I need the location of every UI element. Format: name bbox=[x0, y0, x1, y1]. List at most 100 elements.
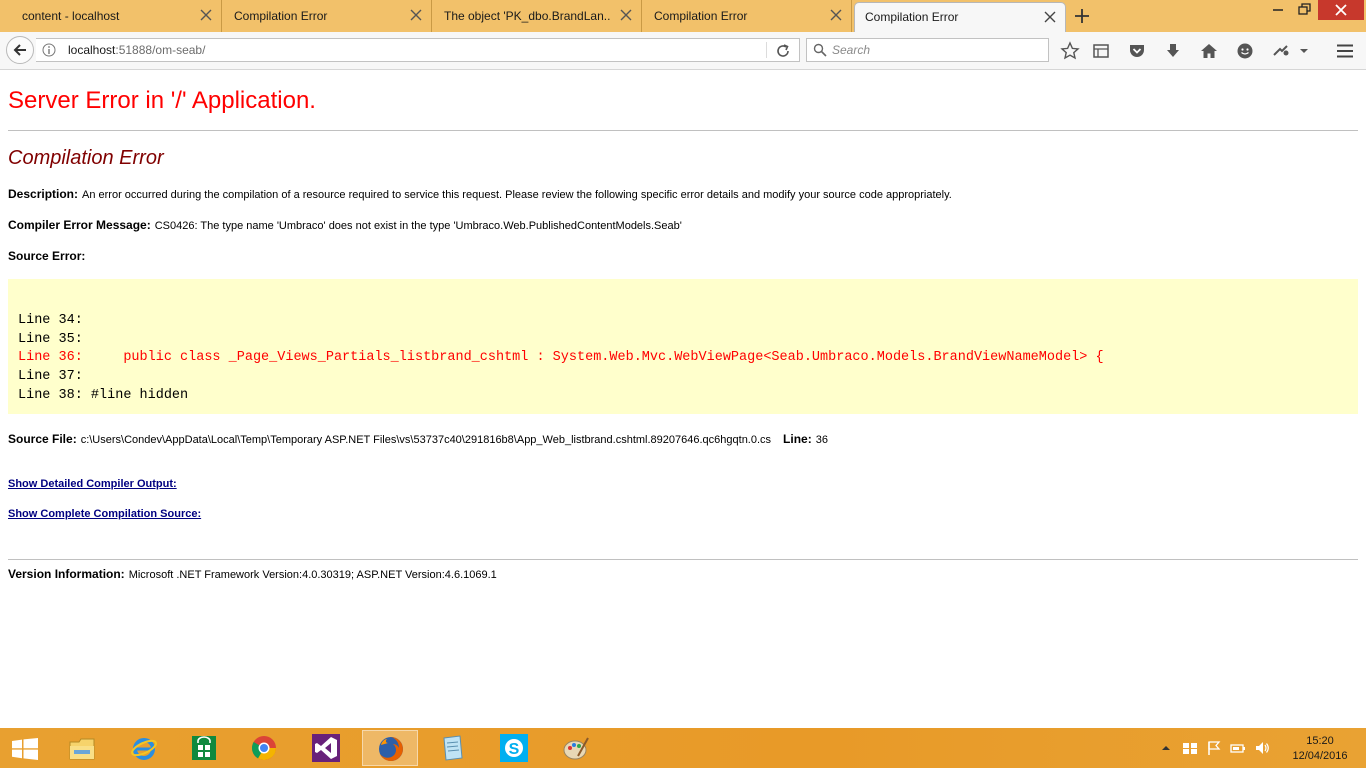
search-placeholder: Search bbox=[832, 43, 871, 57]
file-explorer-icon bbox=[69, 738, 95, 760]
close-icon[interactable] bbox=[829, 8, 843, 22]
search-bar[interactable]: Search bbox=[806, 38, 1049, 62]
restore-icon[interactable] bbox=[1294, 0, 1314, 20]
source-line-highlighted: Line 36: public class _Page_Views_Partia… bbox=[18, 350, 1104, 365]
bookmarks-library-icon[interactable] bbox=[1091, 41, 1111, 61]
close-window-icon bbox=[1335, 4, 1347, 16]
paint-icon bbox=[563, 737, 589, 760]
site-info-icon[interactable] bbox=[42, 43, 56, 57]
error-type-heading: Compilation Error bbox=[8, 147, 164, 169]
description-text: An error occurred during the compilation… bbox=[82, 189, 952, 201]
tab-compilation-error-1[interactable]: Compilation Error bbox=[222, 0, 432, 32]
source-file-label: Source File: bbox=[8, 432, 77, 446]
line-number: 36 bbox=[815, 434, 828, 446]
url-path: :51888/om-seab/ bbox=[115, 43, 206, 57]
taskbar-chrome[interactable] bbox=[236, 730, 292, 766]
taskbar-visual-studio[interactable] bbox=[298, 730, 354, 766]
url-host: localhost bbox=[68, 43, 116, 57]
windows-taskbar: S 15:20 12/04/2016 bbox=[0, 728, 1366, 768]
tab-content-localhost[interactable]: content - localhost bbox=[0, 0, 222, 32]
server-error-title: Server Error in '/' Application. bbox=[8, 87, 316, 114]
new-tab-plus-icon[interactable] bbox=[1072, 6, 1092, 26]
back-arrow-icon bbox=[13, 44, 26, 56]
internet-explorer-icon bbox=[131, 738, 157, 760]
source-error-row: Source Error: bbox=[8, 249, 89, 263]
divider bbox=[8, 559, 1358, 560]
tab-compilation-error-2[interactable]: Compilation Error bbox=[642, 0, 852, 32]
tab-title: Compilation Error bbox=[865, 10, 959, 24]
version-info-row: Version Information: Microsoft .NET Frame… bbox=[8, 567, 497, 581]
bookmark-star-icon[interactable] bbox=[1060, 41, 1080, 61]
taskbar-firefox[interactable] bbox=[362, 730, 418, 766]
source-file-path: c:\Users\Condev\AppData\Local\Temp\Tempo… bbox=[80, 434, 772, 446]
close-icon[interactable] bbox=[619, 8, 633, 22]
description-label: Description: bbox=[8, 187, 79, 201]
taskbar-notepad[interactable] bbox=[424, 730, 480, 766]
back-button[interactable] bbox=[6, 36, 34, 64]
close-window-button[interactable] bbox=[1318, 0, 1364, 20]
taskbar-file-explorer[interactable] bbox=[54, 730, 110, 766]
taskbar-paint[interactable] bbox=[548, 730, 604, 766]
hello-chat-icon[interactable] bbox=[1235, 41, 1255, 61]
page-content: Server Error in '/' Application. Compila… bbox=[0, 71, 1366, 728]
taskbar-internet-explorer[interactable] bbox=[116, 730, 172, 766]
source-line: Line 35: bbox=[18, 332, 83, 347]
show-detailed-compiler-output-link[interactable]: Show Detailed Compiler Output: bbox=[8, 478, 177, 490]
action-center-flag-icon[interactable] bbox=[1206, 740, 1222, 756]
home-icon[interactable] bbox=[1199, 41, 1219, 61]
firefox-icon bbox=[379, 737, 403, 761]
source-code-block: Line 34: Line 35: Line 36: public class … bbox=[8, 279, 1358, 414]
battery-plug-icon[interactable] bbox=[1230, 740, 1246, 756]
extension-icon[interactable] bbox=[1271, 41, 1291, 61]
source-file-row: Source File: c:\Users\Condev\AppData\Loca… bbox=[8, 432, 828, 446]
tab-title: Compilation Error bbox=[654, 9, 748, 23]
tab-title: Compilation Error bbox=[234, 9, 328, 23]
menu-hamburger-icon[interactable] bbox=[1335, 41, 1355, 61]
clock-time: 15:20 bbox=[1306, 735, 1334, 747]
compiler-message-row: Compiler Error Message: CS0426: The type … bbox=[8, 218, 682, 232]
description-row: Description: An error occurred during the… bbox=[8, 187, 952, 201]
tab-strip: content - localhost Compilation Error Th… bbox=[0, 0, 1366, 33]
reload-icon[interactable] bbox=[775, 43, 791, 59]
taskbar-store[interactable] bbox=[176, 730, 232, 766]
tab-title: The object 'PK_dbo.BrandLan... bbox=[444, 9, 611, 23]
minimize-icon[interactable] bbox=[1268, 0, 1288, 20]
close-icon[interactable] bbox=[1043, 10, 1057, 24]
downloads-icon[interactable] bbox=[1163, 41, 1183, 61]
compiler-message-label: Compiler Error Message: bbox=[8, 218, 151, 232]
visual-studio-icon bbox=[312, 734, 340, 762]
notepad-icon bbox=[443, 735, 463, 761]
tab-compilation-error-active[interactable]: Compilation Error bbox=[854, 2, 1066, 33]
tab-title: content - localhost bbox=[22, 9, 120, 23]
chevron-down-icon[interactable] bbox=[1297, 41, 1311, 61]
start-icon[interactable] bbox=[12, 738, 38, 760]
line-label: Line: bbox=[783, 432, 812, 446]
address-bar[interactable]: localhost:51888/om-seab/ bbox=[36, 38, 800, 62]
chrome-icon bbox=[251, 736, 276, 761]
search-icon bbox=[813, 43, 827, 57]
source-line: Line 37: bbox=[18, 369, 83, 384]
network-tray-icon[interactable] bbox=[1182, 740, 1198, 756]
svg-text:S: S bbox=[509, 741, 520, 758]
taskbar-skype[interactable]: S bbox=[486, 730, 542, 766]
volume-icon[interactable] bbox=[1254, 740, 1270, 756]
pocket-icon[interactable] bbox=[1127, 41, 1147, 61]
show-hidden-icons-chevron-icon[interactable] bbox=[1158, 740, 1174, 756]
divider bbox=[8, 130, 1358, 131]
tab-object-pk[interactable]: The object 'PK_dbo.BrandLan... bbox=[432, 0, 642, 32]
source-line: Line 34: bbox=[18, 313, 83, 328]
close-icon[interactable] bbox=[409, 8, 423, 22]
clock-date: 12/04/2016 bbox=[1292, 750, 1348, 762]
close-icon[interactable] bbox=[199, 8, 213, 22]
system-clock[interactable]: 15:20 12/04/2016 bbox=[1290, 734, 1350, 764]
show-complete-compilation-source-link[interactable]: Show Complete Compilation Source: bbox=[8, 508, 201, 520]
url-text: localhost:51888/om-seab/ bbox=[68, 43, 205, 57]
version-text: Microsoft .NET Framework Version:4.0.303… bbox=[128, 569, 497, 581]
navigation-toolbar: localhost:51888/om-seab/ Search bbox=[0, 32, 1366, 70]
compiler-message-text: CS0426: The type name 'Umbraco' does not… bbox=[154, 220, 682, 232]
store-icon bbox=[192, 736, 216, 760]
source-line: Line 38: #line hidden bbox=[18, 388, 189, 403]
skype-icon: S bbox=[500, 734, 528, 762]
divider bbox=[766, 42, 767, 58]
source-error-label: Source Error: bbox=[8, 249, 86, 263]
